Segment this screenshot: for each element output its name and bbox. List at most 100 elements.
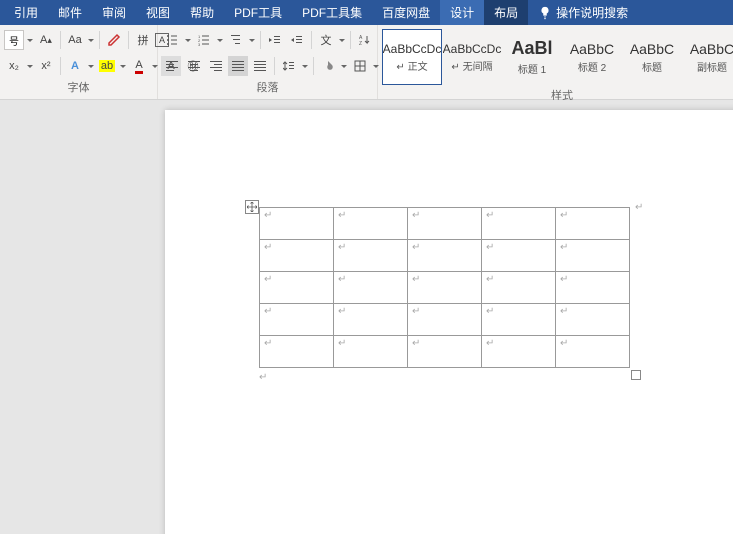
asian-layout-icon[interactable]: 文	[316, 30, 336, 50]
text-effects-icon[interactable]: A	[65, 56, 85, 76]
svg-text:3: 3	[198, 42, 201, 46]
borders-icon[interactable]	[350, 56, 370, 76]
style-name: 标题	[642, 59, 662, 74]
table-cell[interactable]: ↵	[334, 304, 408, 336]
style-item-3[interactable]: AaBbC 标题 2	[562, 29, 622, 85]
tell-me-search[interactable]: 操作说明搜索	[538, 4, 628, 21]
style-item-1[interactable]: AaBbCcDc↵ 无间隔	[442, 29, 502, 85]
table-cell[interactable]: ↵	[556, 272, 630, 304]
separator	[128, 31, 129, 49]
font-color-icon[interactable]: A	[129, 56, 149, 76]
style-item-4[interactable]: AaBbC标题	[622, 29, 682, 85]
separator	[60, 57, 61, 75]
menu-design[interactable]: 设计	[440, 0, 484, 25]
superscript-icon[interactable]: x²	[36, 56, 56, 76]
clear-format-icon[interactable]	[104, 30, 124, 50]
style-name: 标题 2	[578, 59, 606, 74]
page[interactable]: ↵ ↵↵↵↵↵↵↵↵↵↵↵↵↵↵↵↵↵↵↵↵↵↵↵↵↵ ↵	[165, 110, 733, 534]
menu-pdf-toolset[interactable]: PDF工具集	[292, 0, 372, 25]
table-cell[interactable]: ↵	[408, 336, 482, 368]
table-cell[interactable]: ↵	[482, 272, 556, 304]
style-item-2[interactable]: AaBl标题 1	[502, 29, 562, 85]
bullets-icon[interactable]	[162, 30, 182, 50]
change-case-icon[interactable]: Aa	[65, 30, 85, 50]
dropdown-icon[interactable]	[119, 65, 127, 68]
table-cell[interactable]: ↵	[334, 240, 408, 272]
multilevel-list-icon[interactable]	[226, 30, 246, 50]
phonetic-guide-icon[interactable]: 拼	[133, 30, 153, 50]
document-area[interactable]: ↵ ↵↵↵↵↵↵↵↵↵↵↵↵↵↵↵↵↵↵↵↵↵↵↵↵↵ ↵	[0, 100, 733, 534]
table-cell[interactable]: ↵	[260, 208, 334, 240]
increase-indent-icon[interactable]	[287, 30, 307, 50]
separator	[350, 31, 351, 49]
font-size-box[interactable]: 号	[4, 30, 24, 50]
dropdown-icon[interactable]	[338, 39, 346, 42]
style-item-5[interactable]: AaBbC副标题	[682, 29, 733, 85]
table-cell[interactable]: ↵	[482, 240, 556, 272]
table-cell[interactable]: ↵	[482, 208, 556, 240]
dropdown-icon[interactable]	[87, 65, 95, 68]
font-size-dropdown-icon[interactable]	[26, 39, 34, 42]
table-cell[interactable]: ↵	[408, 208, 482, 240]
style-preview: AaBl	[511, 38, 552, 59]
menu-baidu-netdisk[interactable]: 百度网盘	[372, 0, 440, 25]
increase-font-icon[interactable]: A▴	[36, 30, 56, 50]
style-item-0[interactable]: AaBbCcDc↵ 正文	[382, 29, 442, 85]
table-cell[interactable]: ↵	[260, 240, 334, 272]
table-cell[interactable]: ↵	[556, 240, 630, 272]
separator	[274, 57, 275, 75]
style-preview: AaBbCcDc	[443, 42, 502, 56]
decrease-indent-icon[interactable]	[265, 30, 285, 50]
menu-references[interactable]: 引用	[4, 0, 48, 25]
style-preview: AaBbC	[570, 41, 614, 57]
table-cell[interactable]: ↵	[408, 240, 482, 272]
table-cell[interactable]: ↵	[482, 336, 556, 368]
align-left-icon[interactable]	[162, 56, 182, 76]
separator	[99, 31, 100, 49]
table-cell[interactable]: ↵	[556, 336, 630, 368]
align-center-icon[interactable]	[184, 56, 204, 76]
style-preview: AaBbC	[690, 41, 733, 57]
dropdown-icon[interactable]	[26, 65, 34, 68]
highlight-icon[interactable]: ab	[97, 56, 117, 76]
align-right-icon[interactable]	[206, 56, 226, 76]
subscript-icon[interactable]: x₂	[4, 56, 24, 76]
dropdown-icon[interactable]	[184, 39, 192, 42]
table-cell[interactable]: ↵	[482, 304, 556, 336]
table-cell[interactable]: ↵	[260, 304, 334, 336]
table-cell[interactable]: ↵	[334, 208, 408, 240]
table-cell[interactable]: ↵	[556, 208, 630, 240]
table-cell[interactable]: ↵	[556, 304, 630, 336]
para-mark-icon: ↵	[635, 202, 643, 213]
document-table[interactable]: ↵↵↵↵↵↵↵↵↵↵↵↵↵↵↵↵↵↵↵↵↵↵↵↵↵	[259, 207, 630, 368]
style-preview: AaBbCcDc	[383, 42, 442, 56]
table-cell[interactable]: ↵	[334, 272, 408, 304]
menu-review[interactable]: 审阅	[92, 0, 136, 25]
menu-mailings[interactable]: 邮件	[48, 0, 92, 25]
line-spacing-icon[interactable]	[279, 56, 299, 76]
dropdown-icon[interactable]	[301, 65, 309, 68]
table-cell[interactable]: ↵	[260, 272, 334, 304]
align-distribute-icon[interactable]	[250, 56, 270, 76]
shading-icon[interactable]	[318, 56, 338, 76]
numbering-icon[interactable]: 123	[194, 30, 214, 50]
menu-view[interactable]: 视图	[136, 0, 180, 25]
menu-help[interactable]: 帮助	[180, 0, 224, 25]
table-cell[interactable]: ↵	[408, 272, 482, 304]
dropdown-icon[interactable]	[87, 39, 95, 42]
paragraph-group-label: 段落	[162, 77, 373, 97]
table-cell[interactable]: ↵	[260, 336, 334, 368]
menu-pdf-tools[interactable]: PDF工具	[224, 0, 292, 25]
dropdown-icon[interactable]	[248, 39, 256, 42]
styles-gallery[interactable]: AaBbCcDc↵ 正文AaBbCcDc↵ 无间隔AaBl标题 1AaBbC标题…	[382, 29, 733, 85]
tell-me-label: 操作说明搜索	[556, 4, 628, 21]
sort-icon[interactable]: AZ	[355, 30, 375, 50]
table-cell[interactable]: ↵	[408, 304, 482, 336]
table-cell[interactable]: ↵	[334, 336, 408, 368]
table-move-handle-icon[interactable]	[245, 200, 259, 214]
table-resize-handle-icon[interactable]	[631, 370, 641, 380]
menu-layout[interactable]: 布局	[484, 0, 528, 25]
dropdown-icon[interactable]	[216, 39, 224, 42]
dropdown-icon[interactable]	[340, 65, 348, 68]
align-justify-icon[interactable]	[228, 56, 248, 76]
